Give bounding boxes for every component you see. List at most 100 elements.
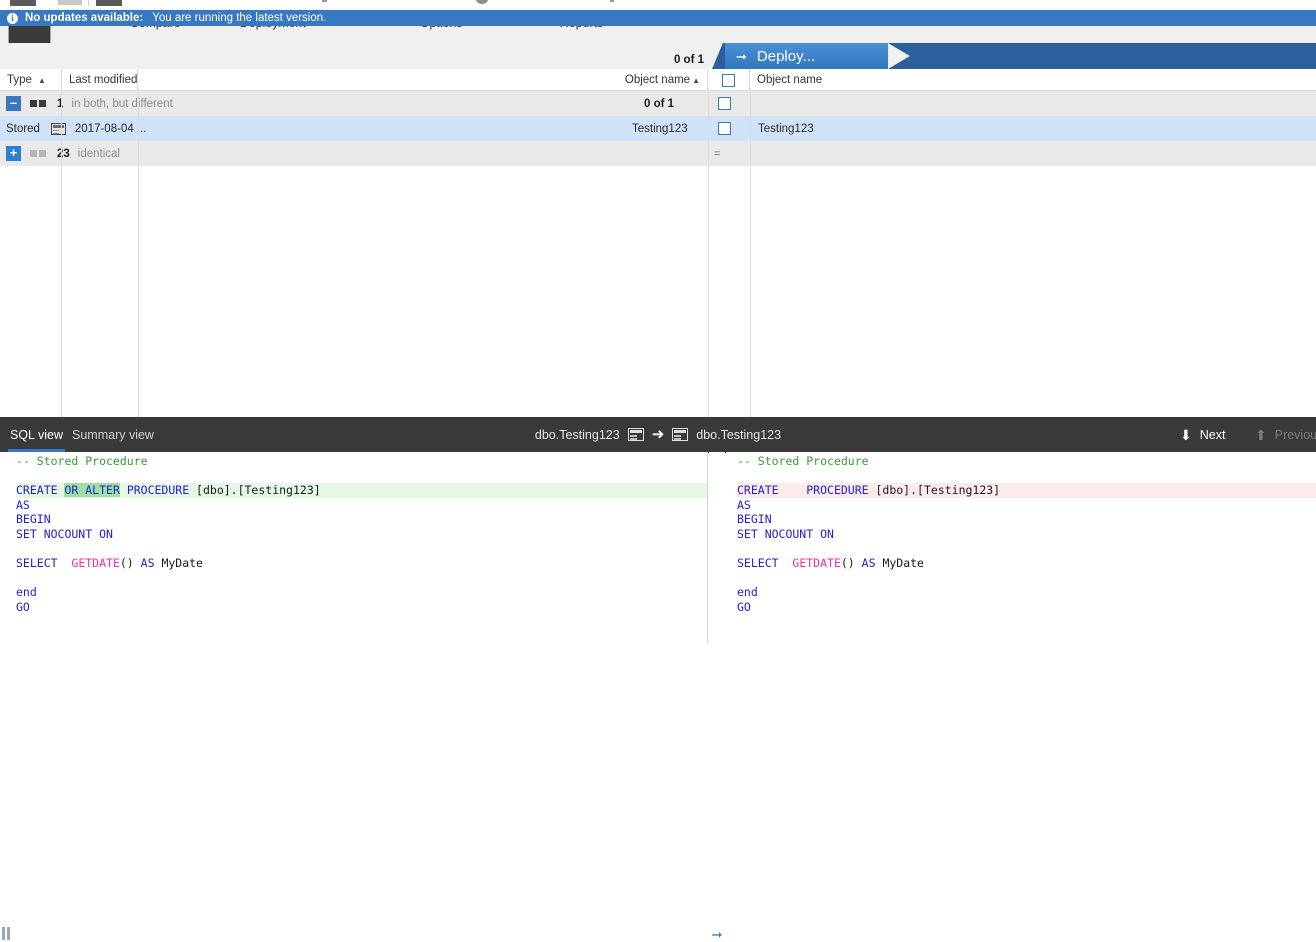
equals-icon: = — [714, 147, 721, 160]
code-line: end — [737, 585, 1316, 600]
row-object-name-right: Testing123 — [758, 122, 814, 135]
toolbar-ghost-text: Compare — [130, 26, 181, 30]
group-right-count: 0 of 1 — [644, 97, 675, 110]
code-token-kw: end — [737, 585, 758, 600]
column-header-object-name-right[interactable]: Object name — [750, 69, 1290, 91]
expand-icon[interactable]: + — [6, 146, 21, 161]
code-line: GO — [16, 600, 707, 615]
grid-column-divider — [138, 91, 139, 417]
code-token-kw: SET NOCOUNT ON — [16, 526, 113, 541]
row-checkbox-cell[interactable] — [718, 116, 731, 141]
group-checkbox[interactable] — [718, 97, 731, 110]
info-icon: i — [7, 12, 18, 24]
code-token-kw: AS — [140, 556, 155, 571]
notification-title: No updates available: — [25, 12, 144, 24]
swatch-right — [39, 100, 46, 107]
row-checkbox[interactable] — [718, 122, 731, 135]
toolbar-dark-button[interactable] — [8, 26, 51, 43]
code-token-kw: AS — [737, 497, 751, 512]
code-line: CREATE OR ALTER PROCEDURE [dbo].[Testing… — [16, 483, 707, 498]
row-object-name-left: Testing123 — [632, 122, 688, 135]
code-token-kw: end — [16, 585, 37, 600]
code-line: BEGIN — [16, 512, 707, 527]
tab-sql-view[interactable]: SQL view — [8, 417, 66, 452]
toolbar-ghost-text: Deployment — [240, 26, 306, 30]
grid-column-divider — [708, 91, 709, 417]
code-line: SET NOCOUNT ON — [737, 527, 1316, 542]
code-token-comment: -- Stored Procedure — [737, 454, 869, 468]
group-row-in-both-different[interactable]: – 1 in both, but different 0 of 1 — [0, 91, 1316, 116]
group-row-identical[interactable]: + 23 identical = — [0, 141, 1316, 166]
results-header-left-panel: Compare Deployment Options Reports 0 of … — [0, 26, 1316, 69]
right-arrow-icon: ➞ — [736, 48, 747, 64]
group-description: identical — [77, 147, 120, 160]
sql-diff-right-pane[interactable]: -- Stored Procedure CREATE PROCEDURE [db… — [726, 452, 1316, 643]
sql-code-left[interactable]: -- Stored Procedure CREATE OR ALTER PROC… — [0, 452, 707, 615]
toolbar-clipped-row2: Compare Deployment Options Reports — [0, 26, 1316, 43]
toolbar-ghost-text: Options — [420, 26, 463, 30]
code-token-kw: SELECT — [737, 556, 779, 571]
code-token-kw: PROCEDURE — [806, 483, 869, 498]
tab-summary-view[interactable]: Summary view — [70, 417, 156, 452]
pause-marker-icon — [2, 927, 11, 940]
toolbar-divider — [88, 0, 89, 6]
column-header-type[interactable]: Type ▲ — [0, 69, 62, 91]
group-description: in both, but different — [71, 97, 173, 110]
stored-procedure-icon — [50, 122, 66, 135]
code-token-fn: GETDATE — [792, 556, 841, 571]
diff-left-object-name: dbo.Testing123 — [534, 427, 620, 442]
code-token-plain: [dbo].[Testing123] — [868, 483, 1001, 498]
code-token-kw: SET NOCOUNT ON — [737, 526, 834, 541]
column-header-object-name-left-label: Object name — [624, 74, 691, 86]
swatch-left — [30, 150, 37, 157]
code-token-kw: SELECT — [16, 556, 58, 571]
down-arrow-icon: ⬇ — [1180, 426, 1192, 443]
sql-diff-left-pane[interactable]: -- Stored Procedure CREATE OR ALTER PROC… — [0, 452, 708, 643]
notification-message: You are running the latest version. — [152, 12, 327, 24]
code-token-plain: () — [119, 556, 141, 571]
code-line: GO — [737, 600, 1316, 615]
column-header-object-name-left[interactable]: Object name ▲ — [138, 69, 708, 91]
sql-view-toolbar: SQL view Summary view dbo.Testing123 ➜ d… — [0, 417, 1316, 452]
toolbar-ghost-icon — [58, 0, 82, 5]
next-difference-button[interactable]: ⬇ Next — [1180, 417, 1225, 452]
code-line: -- Stored Procedure — [16, 454, 707, 469]
toolbar-ghost-text: Reports — [560, 26, 603, 30]
pause-bar — [7, 927, 10, 940]
code-token-kw: BEGIN — [737, 512, 772, 527]
code-line: SET NOCOUNT ON — [16, 527, 707, 542]
sql-code-right[interactable]: -- Stored Procedure CREATE PROCEDURE [db… — [726, 452, 1316, 615]
update-notification-bar: i No updates available: You are running … — [0, 10, 1316, 26]
code-token-plain: () — [840, 556, 862, 571]
group-swatches — [30, 150, 46, 157]
code-token-kw: BEGIN — [16, 512, 51, 527]
diff-object-indicator: dbo.Testing123 ➜ dbo.Testing123 — [0, 417, 1316, 452]
column-header-last-modified[interactable]: Last modified — [62, 69, 138, 91]
tab-summary-view-label: Summary view — [72, 427, 154, 442]
collapse-icon[interactable]: – — [6, 96, 21, 111]
deploy-button[interactable]: ➞ Deploy... — [725, 43, 888, 69]
select-all-checkbox[interactable] — [722, 73, 735, 87]
code-token-kw: PROCEDURE — [126, 483, 190, 498]
tab-chevron-outer — [888, 43, 910, 69]
column-header-select-all[interactable] — [708, 69, 750, 91]
group-swatches — [30, 100, 46, 107]
code-line: end — [16, 585, 707, 600]
group-count: 23 — [57, 147, 70, 160]
right-arrow-marker-icon: ➞ — [711, 927, 723, 942]
code-token-kw: CREATE — [737, 483, 779, 498]
stored-procedure-icon — [672, 428, 689, 441]
right-arrow-icon: ➜ — [651, 426, 665, 443]
previous-difference-button[interactable]: ⬆ Previous — [1255, 417, 1316, 452]
group-checkbox-cell[interactable] — [718, 91, 731, 116]
table-row[interactable]: Stored 2017-08-04 ... Testing123 Testing… — [0, 116, 1316, 141]
pause-bar — [2, 927, 5, 940]
